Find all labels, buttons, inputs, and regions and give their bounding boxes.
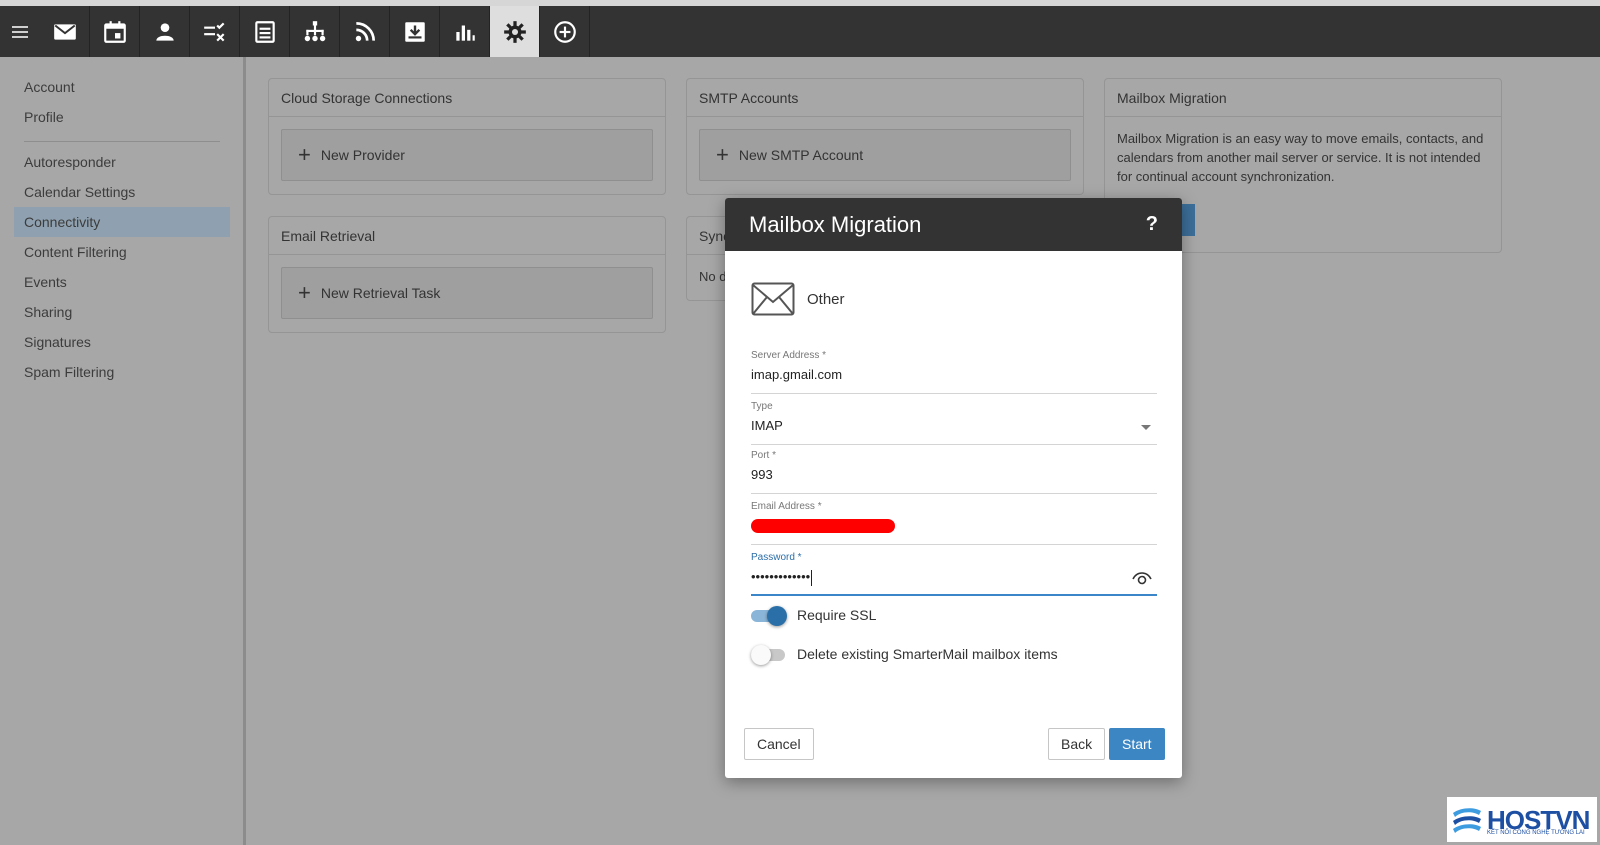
- mail-icon[interactable]: [40, 6, 90, 57]
- card-title: SMTP Accounts: [687, 79, 1083, 117]
- reports-icon[interactable]: [440, 6, 490, 57]
- new-retrieval-task-button[interactable]: + New Retrieval Task: [281, 267, 653, 319]
- email-address-field[interactable]: Email Address *: [751, 499, 1157, 545]
- text-caret: [811, 569, 813, 586]
- cloud-storage-card: Cloud Storage Connections + New Provider: [268, 78, 666, 195]
- plus-icon: +: [298, 142, 311, 167]
- new-smtp-account-button[interactable]: + New SMTP Account: [699, 129, 1071, 181]
- smtp-accounts-card: SMTP Accounts + New SMTP Account: [686, 78, 1084, 195]
- new-smtp-account-label: New SMTP Account: [738, 146, 864, 163]
- mailbox-migration-modal: Mailbox Migration ? Other Server Address…: [725, 198, 1182, 778]
- port-field[interactable]: Port * 993: [751, 448, 1157, 494]
- add-icon[interactable]: [540, 6, 590, 57]
- card-title: Email Retrieval: [269, 217, 665, 255]
- modal-title: Mailbox Migration: [749, 211, 922, 237]
- sidebar-item-account[interactable]: Account: [14, 72, 230, 102]
- provider-name: Other: [807, 290, 845, 308]
- require-ssl-label: Require SSL: [797, 607, 877, 623]
- calendar-icon[interactable]: [90, 6, 140, 57]
- type-value[interactable]: IMAP: [751, 415, 1157, 437]
- archive-icon[interactable]: [390, 6, 440, 57]
- cancel-button[interactable]: Cancel: [744, 728, 814, 760]
- server-address-field[interactable]: Server Address * imap.gmail.com: [751, 348, 1157, 394]
- delete-existing-row: Delete existing SmarterMail mailbox item…: [751, 643, 1058, 665]
- migration-description: Mailbox Migration is an easy way to move…: [1117, 131, 1484, 184]
- password-label: Password *: [751, 552, 802, 563]
- help-icon[interactable]: ?: [1146, 213, 1158, 236]
- sitemap-icon[interactable]: [290, 6, 340, 57]
- card-title: Mailbox Migration: [1105, 79, 1501, 117]
- password-dots: •••••••••••••: [751, 569, 811, 584]
- require-ssl-row: Require SSL: [751, 604, 876, 626]
- sidebar-item-calendar-settings[interactable]: Calendar Settings: [14, 177, 230, 207]
- start-button[interactable]: Start: [1109, 728, 1165, 760]
- rss-icon[interactable]: [340, 6, 390, 57]
- plus-icon: +: [716, 142, 729, 167]
- require-ssl-toggle[interactable]: [751, 604, 787, 626]
- password-field[interactable]: Password * •••••••••••••: [751, 550, 1157, 596]
- sidebar-item-connectivity[interactable]: Connectivity: [14, 207, 230, 237]
- sidebar-item-events[interactable]: Events: [14, 267, 230, 297]
- sidebar-item-spam-filtering[interactable]: Spam Filtering: [14, 357, 230, 387]
- email-retrieval-card: Email Retrieval + New Retrieval Task: [268, 216, 666, 333]
- chevron-down-icon[interactable]: [1141, 425, 1151, 430]
- server-address-input[interactable]: imap.gmail.com: [751, 364, 1157, 386]
- tasks-icon[interactable]: [190, 6, 240, 57]
- hostvn-logo-mark-icon: [1453, 807, 1481, 833]
- provider-selection: Other: [751, 282, 845, 316]
- settings-sidebar: Account Profile Autoresponder Calendar S…: [0, 57, 246, 845]
- delete-existing-label: Delete existing SmarterMail mailbox item…: [797, 646, 1058, 662]
- email-address-label: Email Address *: [751, 501, 822, 512]
- top-toolbar: [0, 0, 1600, 57]
- hostvn-logo-text: HOSTVN: [1487, 804, 1590, 835]
- settings-icon[interactable]: [490, 6, 540, 57]
- redacted-email[interactable]: [751, 519, 895, 533]
- sidebar-item-signatures[interactable]: Signatures: [14, 327, 230, 357]
- sidebar-divider: [24, 141, 220, 142]
- eye-icon[interactable]: [1131, 570, 1153, 586]
- hostvn-logo: HOSTVN KẾT NỐI CÔNG NGHỆ TƯƠNG LAI: [1447, 797, 1597, 842]
- port-input[interactable]: 993: [751, 464, 1157, 486]
- new-retrieval-task-label: New Retrieval Task: [320, 284, 441, 301]
- new-provider-label: New Provider: [320, 146, 405, 163]
- notes-icon[interactable]: [240, 6, 290, 57]
- plus-icon: +: [298, 280, 311, 305]
- sidebar-item-autoresponder[interactable]: Autoresponder: [14, 147, 230, 177]
- new-provider-button[interactable]: + New Provider: [281, 129, 653, 181]
- contacts-icon[interactable]: [140, 6, 190, 57]
- modal-header: Mailbox Migration ?: [725, 198, 1182, 251]
- type-select[interactable]: Type IMAP: [751, 399, 1157, 445]
- sidebar-item-sharing[interactable]: Sharing: [14, 297, 230, 327]
- hamburger-menu-icon[interactable]: [0, 6, 40, 57]
- back-button[interactable]: Back: [1048, 728, 1106, 760]
- sidebar-item-content-filtering[interactable]: Content Filtering: [14, 237, 230, 267]
- server-address-label: Server Address *: [751, 350, 827, 361]
- port-label: Port *: [751, 450, 777, 461]
- delete-existing-toggle[interactable]: [751, 643, 787, 665]
- password-input[interactable]: •••••••••••••: [751, 566, 1157, 588]
- card-title: Cloud Storage Connections: [269, 79, 665, 117]
- envelope-icon: [751, 282, 795, 316]
- sidebar-item-profile[interactable]: Profile: [14, 102, 230, 132]
- type-label: Type: [751, 401, 773, 412]
- hostvn-tagline: KẾT NỐI CÔNG NGHỆ TƯƠNG LAI: [1487, 830, 1585, 836]
